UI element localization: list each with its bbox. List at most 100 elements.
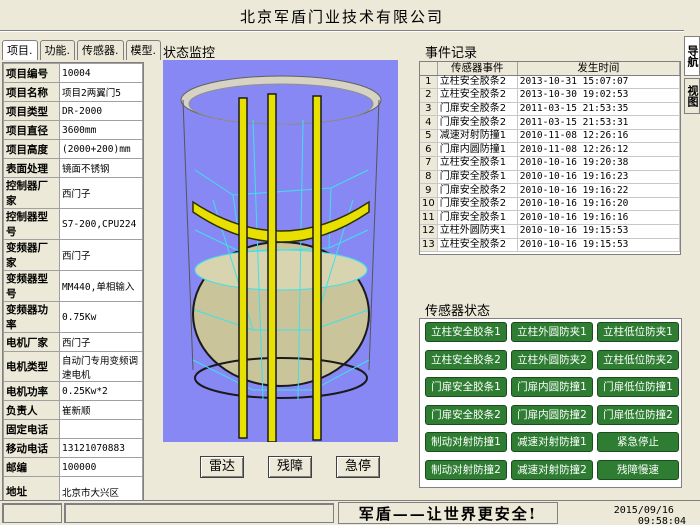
emergency-stop-button[interactable]: 急停 xyxy=(336,456,380,478)
tab-model[interactable]: 模型. xyxy=(125,40,161,60)
event-name: 立柱安全胶条1 xyxy=(437,156,518,171)
event-row[interactable]: 6 门扉内圆防撞1 2010-11-08 12:26:12 xyxy=(420,142,680,158)
event-row[interactable]: 7 立柱安全胶条1 2010-10-16 19:20:38 xyxy=(420,156,680,171)
disabled-access-button[interactable]: 残障 xyxy=(268,456,312,478)
info-key: 变频器厂家 xyxy=(3,239,60,271)
side-tab-view[interactable]: 视图 xyxy=(684,78,700,114)
event-time: 2010-10-16 19:15:53 xyxy=(517,224,680,239)
info-row: 移动电话 13121070883 xyxy=(3,438,143,458)
event-index: 6 xyxy=(420,142,438,158)
sensor-indicator[interactable]: 立柱低位防夹1 xyxy=(597,322,679,342)
time-column-header[interactable]: 发生时间 xyxy=(517,62,680,76)
project-info-panel: 项目编号 10004 项目名称 项目2两翼门5 项目类型 DR-2000 项目直径 3600m… xyxy=(2,62,144,512)
info-key: 项目名称 xyxy=(3,82,60,102)
sensor-indicator[interactable]: 门扉内圆防撞2 xyxy=(511,404,593,425)
row-number-header xyxy=(420,62,438,76)
info-key: 项目编号 xyxy=(3,63,60,83)
sensor-status-grid: 立柱安全胶条1 立柱外圆防夹1 立柱低位防夹1 立柱安全胶条2 立柱外圆防夹2 立柱低位防… xyxy=(419,318,682,488)
event-name: 门扉安全胶条2 xyxy=(437,197,518,212)
info-row: 电机功率 0.25Kw*2 xyxy=(3,381,143,401)
info-row: 控制器型号 S7-200,CPU224 xyxy=(3,208,143,240)
clock-time: 09:58:04 xyxy=(637,516,686,525)
info-key: 电机厂家 xyxy=(3,332,60,352)
event-row[interactable]: 3 门扉安全胶条2 2011-03-15 21:53:35 xyxy=(420,102,680,117)
sensor-indicator[interactable]: 制动对射防撞1 xyxy=(425,432,507,452)
event-row[interactable]: 5 减速对射防撞1 2010-11-08 12:26:16 xyxy=(420,129,680,144)
event-row[interactable]: 12 立柱外圆防夹1 2010-10-16 19:15:53 xyxy=(420,224,680,239)
info-value: 西门子 xyxy=(59,177,143,209)
sensor-indicator[interactable]: 紧急停止 xyxy=(597,432,679,452)
events-title: 事件记录 xyxy=(425,46,478,61)
event-name: 门扉安全胶条1 xyxy=(437,170,518,185)
event-row[interactable]: 11 门扉安全胶条1 2010-10-16 19:16:16 xyxy=(420,210,680,226)
info-row: 变频器型号 MM440,单相输入 xyxy=(3,270,143,302)
info-key: 邮编 xyxy=(3,457,60,477)
sensor-indicator[interactable]: 门扉安全胶条2 xyxy=(425,404,507,425)
event-name: 立柱安全胶条2 xyxy=(437,88,518,103)
info-value: 西门子 xyxy=(59,332,143,352)
event-time: 2010-10-16 19:16:23 xyxy=(517,170,680,185)
info-row: 表面处理 镜面不锈钢 xyxy=(3,158,143,178)
info-key: 负责人 xyxy=(3,400,60,420)
event-row[interactable]: 2 立柱安全胶条2 2013-10-30 19:02:53 xyxy=(420,88,680,103)
info-value: 13121070883 xyxy=(59,438,143,458)
event-row[interactable]: 4 门扉安全胶条2 2011-03-15 21:53:31 xyxy=(420,115,680,130)
info-key: 固定电话 xyxy=(3,419,60,439)
slogan: 军盾——让世界更安全! xyxy=(338,502,558,524)
event-column-header[interactable]: 传感器事件 xyxy=(437,62,518,76)
info-value: 0.75Kw xyxy=(59,301,143,333)
sensor-indicator[interactable]: 门扉安全胶条1 xyxy=(425,377,507,397)
event-row[interactable]: 9 门扉安全胶条2 2010-10-16 19:16:22 xyxy=(420,183,680,198)
sensor-indicator[interactable]: 立柱安全胶条2 xyxy=(425,349,507,370)
info-row: 负责人 崔新顺 xyxy=(3,400,143,420)
tab-sensor[interactable]: 传感器. xyxy=(77,40,124,60)
sensor-indicator[interactable]: 立柱外圆防夹1 xyxy=(511,322,593,342)
project-info-table: 项目编号 10004 项目名称 项目2两翼门5 项目类型 DR-2000 项目直径 3600m… xyxy=(3,63,143,507)
radar-button[interactable]: 雷达 xyxy=(200,456,244,478)
event-row[interactable]: 8 门扉安全胶条1 2010-10-16 19:16:23 xyxy=(420,170,680,185)
event-time: 2010-10-16 19:16:22 xyxy=(517,183,680,198)
sensor-indicator[interactable]: 立柱外圆防夹2 xyxy=(511,349,593,370)
project-tabs: 项目. 功能. 传感器. 模型. xyxy=(2,40,161,60)
event-row[interactable]: 10 门扉安全胶条2 2010-10-16 19:16:20 xyxy=(420,197,680,212)
info-value: 10004 xyxy=(59,63,143,83)
sensor-indicator[interactable]: 门扉内圆防撞1 xyxy=(511,377,593,397)
event-index: 12 xyxy=(420,224,438,239)
sensors-title: 传感器状态 xyxy=(425,304,491,319)
info-value: (2000+200)mm xyxy=(59,139,143,159)
event-name: 门扉内圆防撞1 xyxy=(437,142,518,158)
event-row[interactable]: 13 立柱安全胶条2 2010-10-16 19:15:53 xyxy=(420,238,680,253)
event-index: 2 xyxy=(420,88,438,103)
tab-project[interactable]: 项目. xyxy=(2,40,38,60)
info-key: 表面处理 xyxy=(3,158,60,178)
sensor-indicator[interactable]: 门扉低位防撞2 xyxy=(597,404,679,425)
clock: 2015/09/16 09:58:04 xyxy=(560,505,700,525)
sensor-indicator[interactable]: 门扉低位防撞1 xyxy=(597,377,679,397)
side-tab-nav[interactable]: 导航 xyxy=(684,36,700,76)
event-time: 2013-10-30 19:02:53 xyxy=(517,88,680,103)
sensor-indicator[interactable]: 减速对射防撞2 xyxy=(511,459,593,480)
event-name: 立柱外圆防夹1 xyxy=(437,224,518,239)
event-index: 8 xyxy=(420,170,438,185)
sensor-indicator[interactable]: 立柱低位防夹2 xyxy=(597,349,679,370)
event-time: 2011-03-15 21:53:31 xyxy=(517,115,680,130)
info-row: 项目直径 3600mm xyxy=(3,120,143,140)
info-row: 项目编号 10004 xyxy=(3,63,143,83)
info-value: 崔新顺 xyxy=(59,400,143,420)
sensor-indicator[interactable]: 立柱安全胶条1 xyxy=(425,322,507,342)
info-key: 项目高度 xyxy=(3,139,60,159)
event-log-table[interactable]: 传感器事件 发生时间 1 立柱安全胶条2 2013-10-31 15:07:07 2 立… xyxy=(419,61,681,255)
event-time: 2010-10-16 19:16:16 xyxy=(517,210,680,226)
info-value: 3600mm xyxy=(59,120,143,140)
event-row[interactable]: 1 立柱安全胶条2 2013-10-31 15:07:07 xyxy=(420,75,680,90)
sensor-indicator[interactable]: 残障慢速 xyxy=(597,459,679,480)
event-time: 2010-11-08 12:26:16 xyxy=(517,129,680,144)
door-model-view[interactable] xyxy=(163,60,398,443)
sensor-indicator[interactable]: 减速对射防撞1 xyxy=(511,432,593,452)
info-row: 项目名称 项目2两翼门5 xyxy=(3,82,143,102)
sensor-indicator[interactable]: 制动对射防撞2 xyxy=(425,459,507,480)
tab-function[interactable]: 功能. xyxy=(39,40,75,60)
info-row: 电机类型 自动门专用变频调速电机 xyxy=(3,351,143,382)
status-cell-2 xyxy=(64,503,334,523)
status-bar: 军盾——让世界更安全! 2015/09/16 09:58:04 xyxy=(0,500,700,525)
